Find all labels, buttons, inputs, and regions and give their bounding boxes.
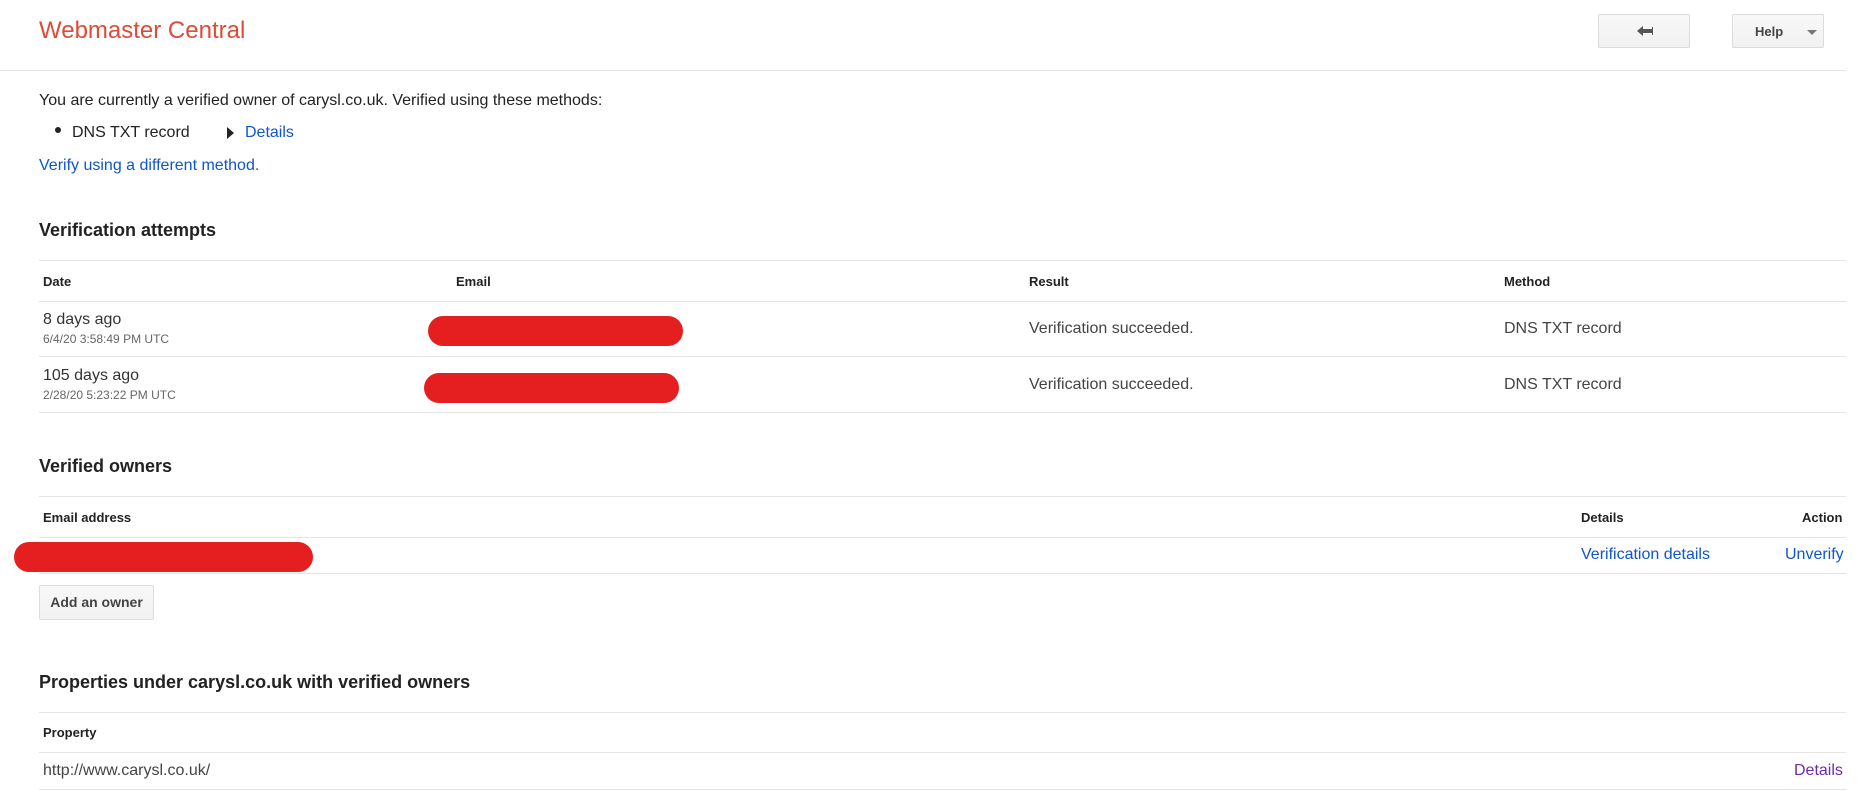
- table-divider: [39, 412, 1846, 413]
- attempt-date-full: 6/4/20 3:58:49 PM UTC: [43, 332, 170, 346]
- expand-triangle-icon[interactable]: [227, 127, 234, 139]
- app-header: Webmaster Central Help: [0, 0, 1846, 71]
- verification-attempts-title: Verification attempts: [39, 220, 217, 240]
- column-header-email-address: Email address: [43, 510, 132, 525]
- redacted-email: [424, 373, 679, 403]
- table-divider: [39, 712, 1846, 713]
- bullet-icon: [55, 127, 61, 133]
- column-header-date: Date: [43, 274, 72, 289]
- property-url: http://www.carysl.co.uk/: [43, 762, 211, 779]
- method-details-link[interactable]: Details: [245, 124, 294, 142]
- table-divider: [39, 356, 1846, 357]
- column-header-result: Result: [1029, 274, 1069, 289]
- table-divider: [39, 752, 1846, 753]
- verification-method-name: DNS TXT record: [72, 124, 190, 141]
- verification-details-link[interactable]: Verification details: [1581, 546, 1710, 564]
- column-header-action: Action: [1802, 510, 1843, 525]
- verify-different-method-link[interactable]: Verify using a different method.: [39, 157, 259, 175]
- properties-title: Properties under carysl.co.uk with verif…: [39, 672, 471, 692]
- table-divider: [39, 301, 1846, 302]
- attempt-result: Verification succeeded.: [1029, 376, 1194, 393]
- table-divider: [39, 789, 1846, 790]
- attempt-method: DNS TXT record: [1504, 376, 1622, 393]
- redacted-email: [428, 316, 683, 346]
- attempt-method: DNS TXT record: [1504, 320, 1622, 337]
- property-details-link[interactable]: Details: [1794, 762, 1843, 780]
- unverify-link[interactable]: Unverify: [1785, 546, 1844, 564]
- table-divider: [39, 573, 1846, 574]
- back-arrow-icon: [1637, 26, 1653, 36]
- help-label: Help: [1755, 24, 1784, 39]
- table-divider: [39, 260, 1846, 261]
- redacted-owner-email: [14, 542, 313, 572]
- verified-owners-title: Verified owners: [39, 456, 173, 476]
- ownership-intro: You are currently a verified owner of ca…: [39, 92, 603, 109]
- column-header-property: Property: [43, 725, 97, 740]
- attempt-date-relative: 105 days ago: [43, 367, 140, 384]
- attempt-date-relative: 8 days ago: [43, 311, 122, 328]
- attempt-date-full: 2/28/20 5:23:22 PM UTC: [43, 388, 176, 402]
- back-button[interactable]: [1598, 14, 1690, 48]
- table-divider: [39, 496, 1846, 497]
- column-header-method: Method: [1504, 274, 1551, 289]
- caret-down-icon: [1807, 30, 1817, 35]
- app-title[interactable]: Webmaster Central: [39, 17, 245, 45]
- column-header-details: Details: [1581, 510, 1624, 525]
- table-divider: [39, 537, 1846, 538]
- column-header-email: Email: [456, 274, 491, 289]
- attempt-result: Verification succeeded.: [1029, 320, 1194, 337]
- help-menu-button[interactable]: Help: [1732, 14, 1824, 48]
- add-owner-button[interactable]: Add an owner: [39, 585, 154, 620]
